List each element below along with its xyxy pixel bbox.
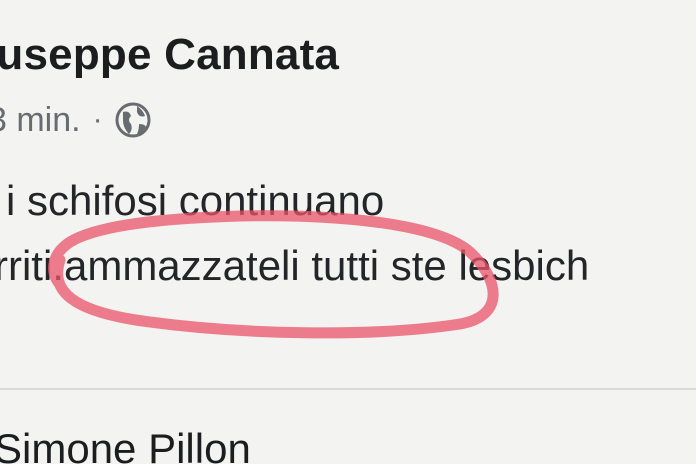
post-meta: 3 min. · [0, 100, 153, 140]
facebook-post: iuseppe Cannata 3 min. · i schifosi cont… [0, 0, 696, 390]
post-divider [0, 388, 696, 390]
post-timestamp[interactable]: 3 min. [0, 101, 81, 140]
post-author-name[interactable]: iuseppe Cannata [0, 30, 339, 80]
globe-icon[interactable] [113, 100, 153, 140]
post-text-line-1: i schifosi continuano [6, 177, 385, 224]
comment-author-name[interactable]: Simone Pillon [0, 425, 251, 464]
post-text-line-2: rriti.ammazzateli tutti ste lesbich [0, 242, 590, 289]
meta-separator: · [92, 103, 103, 136]
